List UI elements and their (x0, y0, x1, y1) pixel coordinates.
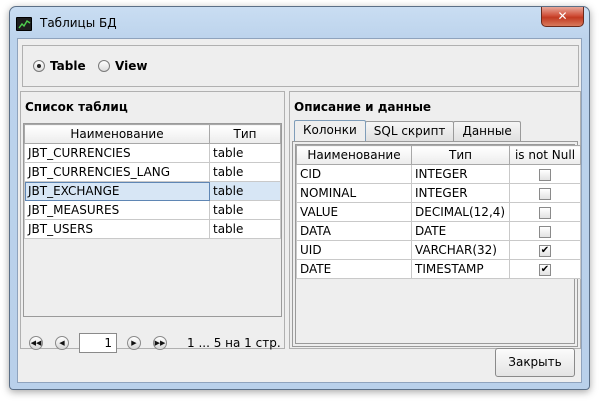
column-type-cell: DECIMAL(12,4) (411, 202, 510, 222)
column-type-cell: TIMESTAMP (411, 259, 510, 279)
checkbox-checked[interactable]: ✔ (539, 244, 551, 257)
checkbox[interactable] (539, 168, 551, 181)
not-null-cell (509, 164, 581, 184)
table-type-cell: table (209, 181, 281, 201)
table-row[interactable]: UID VARCHAR(32) ✔ (296, 240, 581, 260)
columns-tab-content: Наименование Тип is not Null CID INTEGER N… (292, 141, 581, 347)
tables-list-scrollpane[interactable]: Наименование Тип JBT_CURRENCIES table JBT_… (23, 123, 282, 317)
column-header-type[interactable]: Тип (209, 124, 281, 144)
table-type-cell: table (209, 143, 281, 163)
column-name-cell: CID (296, 164, 412, 184)
column-type-cell: INTEGER (411, 183, 510, 203)
view-mode-group: Table View (22, 45, 579, 87)
not-null-cell (509, 202, 581, 222)
column-header-name[interactable]: Наименование (24, 124, 210, 144)
table-row[interactable]: JBT_MEASURES table (24, 200, 281, 220)
column-type-cell: VARCHAR(32) (411, 240, 510, 260)
table-name-cell: JBT_EXCHANGE (24, 181, 210, 201)
radio-view-label: View (115, 59, 148, 73)
table-row[interactable]: JBT_EXCHANGE table (24, 181, 281, 201)
tables-list-panel: Список таблиц Наименование Тип JBT_CURRE… (20, 91, 285, 353)
column-name-cell: VALUE (296, 202, 412, 222)
radio-view[interactable]: View (98, 59, 147, 73)
checkbox[interactable] (539, 187, 551, 200)
details-panel: Описание и данные Колонки SQL скрипт Дан… (289, 91, 581, 349)
checkbox-checked[interactable]: ✔ (539, 263, 551, 276)
details-tabs: Колонки SQL скрипт Данные (294, 120, 521, 142)
dialog-window: Таблицы БД ✕ Table View Список таблиц На… (9, 6, 590, 390)
details-panel-title: Описание и данные (294, 100, 432, 114)
columns-grid: Наименование Тип is not Null CID INTEGER N… (296, 145, 581, 279)
radio-button-selected[interactable] (33, 60, 45, 72)
prev-page-icon[interactable]: ◀ (55, 336, 69, 350)
table-name-cell: JBT_CURRENCIES_LANG (24, 162, 210, 182)
column-name-cell: NOMINAL (296, 183, 412, 203)
table-type-cell: table (209, 162, 281, 182)
checkbox[interactable] (539, 206, 551, 219)
not-null-cell (509, 221, 581, 241)
table-row[interactable]: JBT_USERS table (24, 219, 281, 239)
tab-sql-script[interactable]: SQL скрипт (364, 121, 455, 141)
close-icon: ✕ (557, 9, 568, 23)
checkbox[interactable] (539, 225, 551, 238)
window-close-button[interactable]: ✕ (541, 7, 584, 27)
window-title: Таблицы БД (40, 16, 117, 30)
column-header-type[interactable]: Тип (411, 145, 510, 165)
page-number-input[interactable]: 1 (79, 333, 117, 353)
close-button[interactable]: Закрыть (495, 348, 575, 377)
column-header-not-null[interactable]: is not Null (509, 145, 581, 165)
column-header-name[interactable]: Наименование (296, 145, 412, 165)
radio-table[interactable]: Table (33, 59, 86, 73)
not-null-cell: ✔ (509, 259, 581, 279)
column-name-cell: UID (296, 240, 412, 260)
column-type-cell: INTEGER (411, 164, 510, 184)
table-row[interactable]: VALUE DECIMAL(12,4) (296, 202, 581, 222)
table-name-cell: JBT_MEASURES (24, 200, 210, 220)
not-null-cell: ✔ (509, 240, 581, 260)
title-bar[interactable]: Таблицы БД ✕ (10, 7, 589, 39)
column-name-cell: DATE (296, 259, 412, 279)
table-name-cell: JBT_USERS (24, 219, 210, 239)
column-name-cell: DATA (296, 221, 412, 241)
chart-window-icon (16, 17, 32, 31)
radio-table-label: Table (50, 59, 86, 73)
pagination-bar: ◀◀ ◀ 1 ▶ ▶▶ 1 ... 5 на 1 стр. (29, 333, 281, 353)
table-row[interactable]: DATA DATE (296, 221, 581, 241)
table-type-cell: table (209, 219, 281, 239)
tab-data[interactable]: Данные (453, 121, 521, 141)
page-info: 1 ... 5 на 1 стр. (187, 336, 281, 350)
next-page-icon[interactable]: ▶ (127, 336, 141, 350)
tab-columns[interactable]: Колонки (294, 120, 366, 142)
table-type-cell: table (209, 200, 281, 220)
columns-scrollpane[interactable]: Наименование Тип is not Null CID INTEGER N… (295, 144, 581, 344)
first-page-icon[interactable]: ◀◀ (29, 336, 43, 350)
table-row[interactable]: JBT_CURRENCIES table (24, 143, 281, 163)
table-row[interactable]: JBT_CURRENCIES_LANG table (24, 162, 281, 182)
tables-grid: Наименование Тип JBT_CURRENCIES table JBT_… (24, 124, 281, 239)
table-name-cell: JBT_CURRENCIES (24, 143, 210, 163)
last-page-icon[interactable]: ▶▶ (153, 336, 167, 350)
radio-button[interactable] (98, 60, 110, 72)
column-type-cell: DATE (411, 221, 510, 241)
table-row[interactable]: NOMINAL INTEGER (296, 183, 581, 203)
tables-panel-title: Список таблиц (25, 100, 128, 114)
not-null-cell (509, 183, 581, 203)
table-row[interactable]: DATE TIMESTAMP ✔ (296, 259, 581, 279)
dialog-content: Table View Список таблиц Наименование Ти… (17, 38, 582, 383)
table-row[interactable]: CID INTEGER (296, 164, 581, 184)
